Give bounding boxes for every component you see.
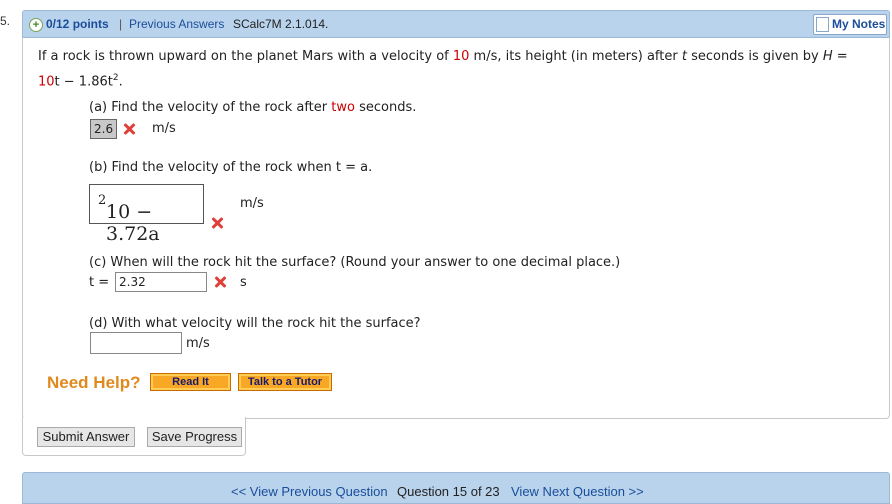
talk-to-tutor-button[interactable]: Talk to a Tutor (238, 373, 332, 391)
part-b-unit: m/s (240, 196, 264, 211)
submit-answer-button[interactable]: Submit Answer (37, 427, 135, 447)
problem-formula: 10t − 1.86t2. (38, 73, 123, 90)
part-a-question: (a) Find the velocity of the rock after … (89, 100, 417, 115)
note-icon (816, 17, 829, 32)
part-d-answer-field[interactable] (90, 332, 182, 354)
next-question-link[interactable]: View Next Question >> (511, 484, 644, 499)
problem-intro: If a rock is thrown upward on the planet… (38, 49, 848, 64)
my-notes-button[interactable]: My Notes (813, 14, 887, 35)
part-c-unit: s (240, 275, 247, 290)
part-d-question: (d) With what velocity will the rock hit… (89, 316, 421, 331)
expand-plus-icon[interactable]: + (29, 18, 43, 32)
part-c-prefix: t = (89, 275, 110, 290)
points-label: 0/12 points (46, 17, 109, 31)
question-number: 5. (0, 14, 11, 28)
previous-answers-link[interactable]: Previous Answers (129, 17, 224, 31)
save-progress-button[interactable]: Save Progress (147, 427, 242, 447)
part-b-answer-field[interactable]: 10 − 3.72a 2 (89, 184, 204, 245)
part-b-question: (b) Find the velocity of the rock when t… (89, 160, 373, 175)
need-help-label: Need Help? (47, 373, 141, 392)
question-header: + 0/12 points | Previous Answers SCalc7M… (22, 10, 890, 38)
incorrect-x-icon (213, 275, 227, 289)
question-id: SCalc7M 2.1.014. (233, 17, 329, 31)
part-a-answer-field[interactable]: 2.6 (90, 119, 117, 139)
part-a-unit: m/s (152, 121, 176, 136)
action-panel: Submit Answer Save Progress (22, 417, 246, 456)
incorrect-x-icon (122, 122, 136, 136)
part-c-answer-field[interactable]: 2.32 (115, 272, 207, 292)
part-c-question: (c) When will the rock hit the surface? … (89, 255, 621, 270)
read-it-button[interactable]: Read It (150, 373, 231, 391)
incorrect-x-icon (210, 216, 224, 230)
question-navigation: << View Previous Question Question 15 of… (22, 472, 890, 504)
question-counter: Question 15 of 23 (397, 484, 500, 499)
question-content: If a rock is thrown upward on the planet… (22, 37, 890, 419)
previous-question-link[interactable]: << View Previous Question (231, 484, 388, 499)
my-notes-label: My Notes (832, 17, 886, 31)
part-d-unit: m/s (186, 336, 210, 351)
header-separator: | (119, 17, 123, 31)
